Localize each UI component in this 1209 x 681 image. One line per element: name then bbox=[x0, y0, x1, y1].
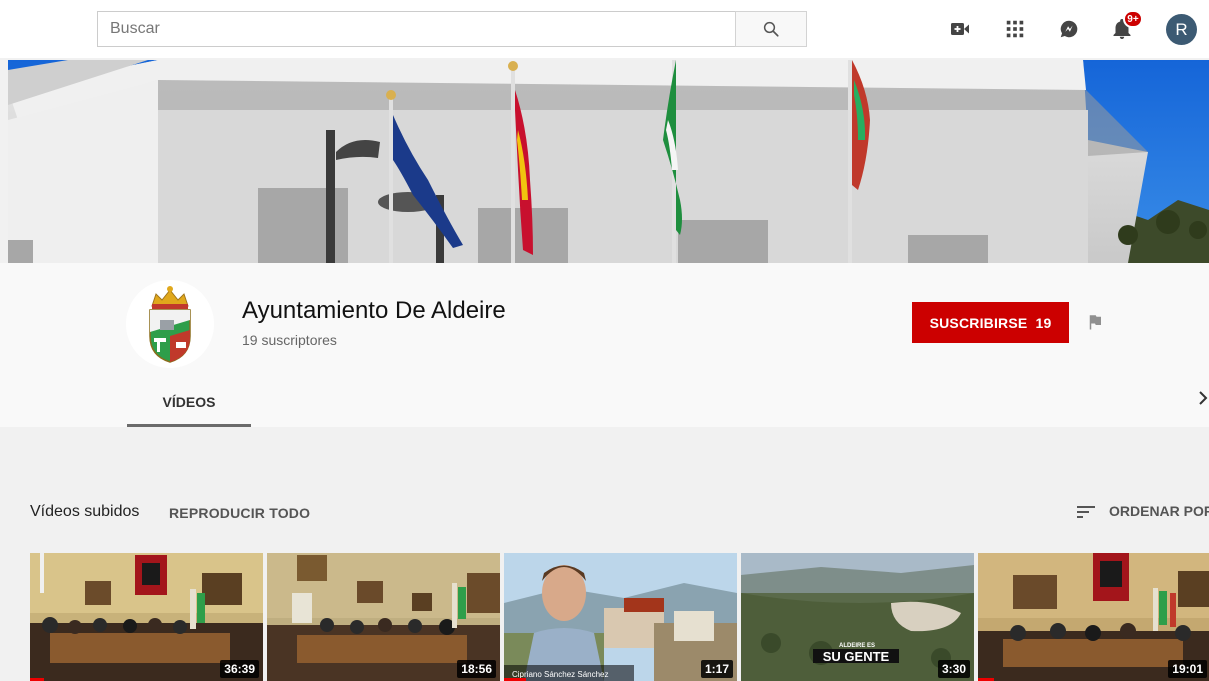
messages-icon bbox=[1060, 20, 1078, 38]
video-camera-icon bbox=[951, 23, 969, 35]
create-video-button[interactable] bbox=[946, 15, 974, 43]
tab-videos-label: VÍDEOS bbox=[162, 394, 216, 410]
video-thumbnail[interactable]: ALDEIRE ES SU GENTE 3:30 bbox=[741, 553, 974, 681]
section-title: Vídeos subidos bbox=[30, 503, 140, 520]
video-thumbnail[interactable]: 36:39 bbox=[30, 553, 263, 681]
youtube-channel-page: 9+ R bbox=[0, 0, 1209, 681]
coat-of-arms-icon bbox=[126, 280, 214, 368]
video-thumbnail[interactable]: Cipriano Sánchez Sánchez 1:17 bbox=[504, 553, 737, 681]
messages-button[interactable] bbox=[1055, 15, 1083, 43]
video-thumbnail[interactable]: 19:01 bbox=[978, 553, 1209, 681]
search-button[interactable] bbox=[735, 11, 807, 47]
banner-image bbox=[8, 60, 1209, 263]
video-duration: 1:17 bbox=[700, 660, 733, 678]
top-bar: 9+ R bbox=[0, 0, 1209, 58]
search-input[interactable] bbox=[97, 11, 735, 47]
apps-grid-icon bbox=[1006, 20, 1024, 38]
channel-banner bbox=[8, 60, 1209, 263]
channel-name: Ayuntamiento De Aldeire bbox=[242, 297, 506, 324]
lower-third-text: Cipriano Sánchez Sánchez bbox=[512, 670, 609, 679]
tab-videos[interactable]: VÍDEOS bbox=[127, 380, 251, 427]
flag-icon[interactable] bbox=[1086, 313, 1104, 331]
play-all-link[interactable]: REPRODUCIR TODO bbox=[169, 505, 310, 521]
channel-avatar[interactable] bbox=[126, 280, 214, 368]
video-duration: 36:39 bbox=[220, 660, 259, 678]
sort-button[interactable]: ORDENAR POR bbox=[1109, 503, 1209, 519]
avatar[interactable]: R bbox=[1166, 14, 1197, 45]
subscribe-count: 19 bbox=[1035, 314, 1052, 331]
video-thumbnail[interactable]: 18:56 bbox=[267, 553, 500, 681]
apps-button[interactable] bbox=[1001, 15, 1029, 43]
video-duration: 19:01 bbox=[1168, 660, 1207, 678]
subscribe-button[interactable]: SUSCRIBIRSE 19 bbox=[912, 302, 1069, 343]
notification-badge: 9+ bbox=[1123, 10, 1143, 28]
subscriber-count: 19 suscriptores bbox=[242, 332, 337, 348]
chevron-right-icon[interactable] bbox=[1196, 388, 1209, 408]
video-duration: 18:56 bbox=[457, 660, 496, 678]
search-icon bbox=[763, 21, 779, 37]
video-duration: 3:30 bbox=[937, 660, 970, 678]
sort-icon[interactable] bbox=[1075, 502, 1097, 522]
overlay-big-text: SU GENTE bbox=[823, 649, 890, 664]
subscribe-label: SUSCRIBIRSE bbox=[929, 314, 1028, 331]
